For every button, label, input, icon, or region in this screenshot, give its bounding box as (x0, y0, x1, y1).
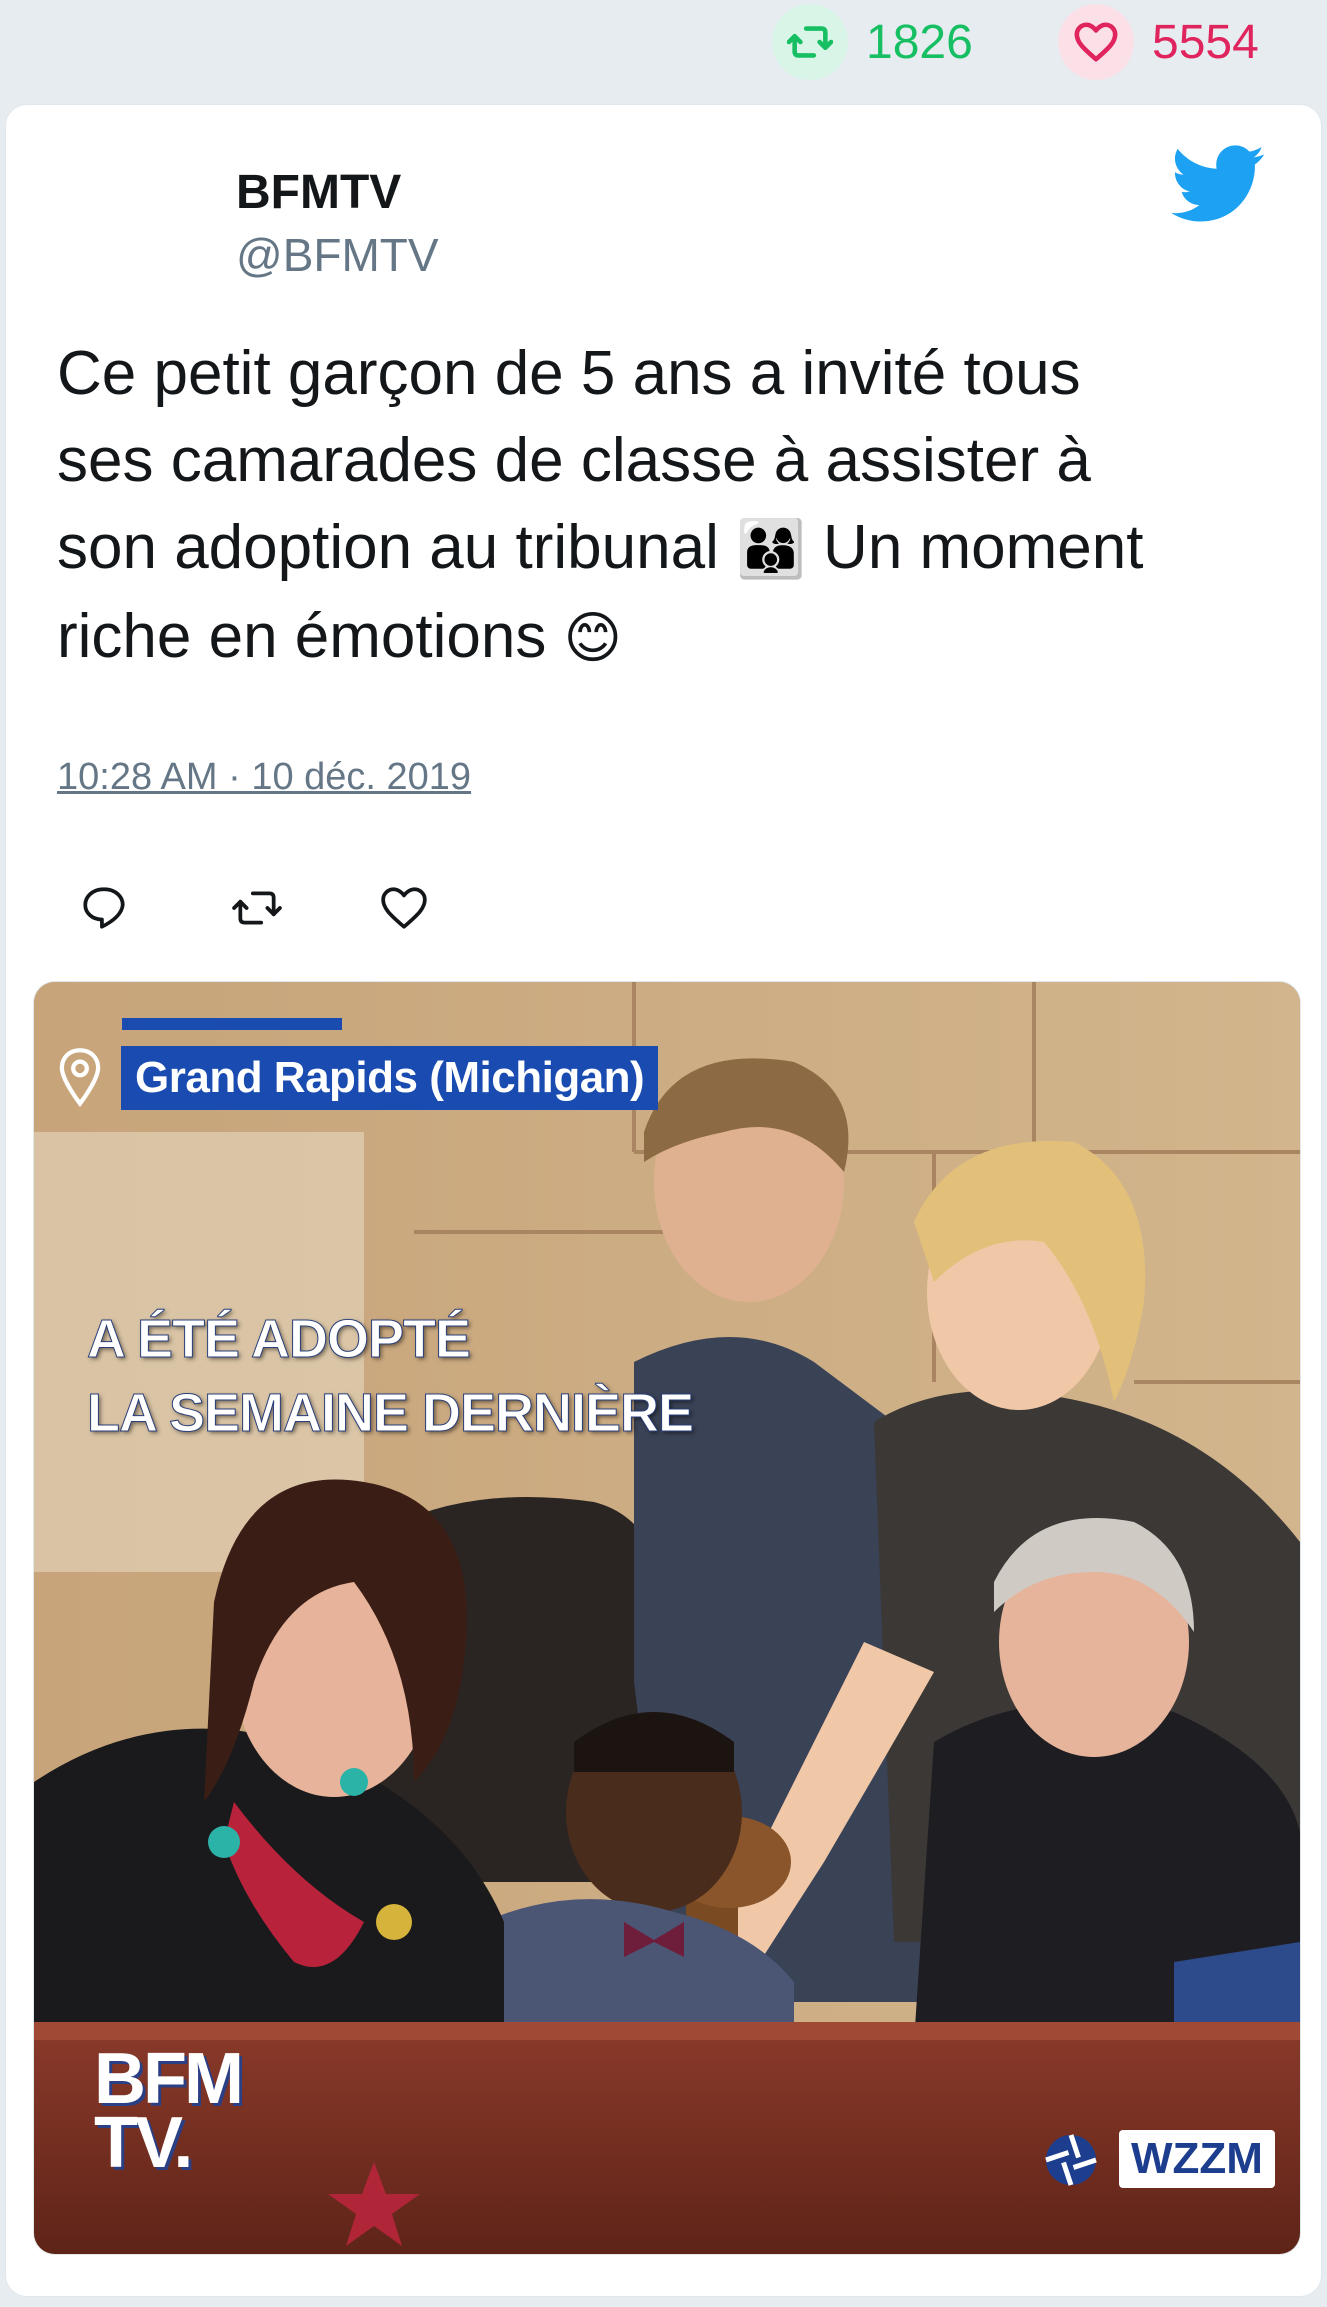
video-caption: A ÉTÉ ADOPTÉ LA SEMAINE DERNIÈRE (86, 1302, 694, 1450)
retweet-icon[interactable] (772, 4, 848, 80)
tweet-text-line: riche en émotions 😊 (57, 593, 1257, 682)
retweet-stat[interactable]: 1826 (772, 4, 973, 80)
location-pin-icon (54, 1046, 106, 1110)
caption-line: A ÉTÉ ADOPTÉ (86, 1309, 471, 1370)
family-emoji: 👨‍👩‍👦 (736, 517, 806, 582)
display-name[interactable]: BFMTV (236, 165, 439, 220)
location-label: Grand Rapids (Michigan) (121, 1046, 659, 1110)
heart-icon[interactable] (1058, 4, 1134, 80)
tweet-text-line: Ce petit garçon de 5 ans a invité tous (57, 339, 1081, 408)
bfmtv-logo: BFM TV. (94, 2039, 244, 2183)
tweet-text-segment: Un moment (805, 513, 1144, 582)
tweet-timestamp[interactable]: 10:28 AM · 10 déc. 2019 (57, 756, 471, 799)
source-badge: WZZM (1119, 2130, 1275, 2188)
camera-aperture-icon (1041, 2130, 1101, 2190)
overlay-accent-bar (122, 1018, 342, 1030)
logo-line: TV. (94, 2103, 193, 2183)
engagement-stats: 1826 5554 (0, 0, 1327, 95)
tweet-text: Ce petit garçon de 5 ans a invité tous s… (57, 330, 1257, 682)
twitter-bird-icon[interactable] (1171, 145, 1266, 228)
logo-line: BFM (94, 2039, 244, 2119)
heart-icon[interactable] (361, 865, 511, 951)
tweet-text-line: son adoption au tribunal 👨‍👩‍👦 Un moment (57, 504, 1257, 593)
tweet-author[interactable]: BFMTV @BFMTV (236, 165, 439, 282)
tweet-actions (61, 865, 511, 951)
like-stat[interactable]: 5554 (1058, 4, 1259, 80)
caption-line: LA SEMAINE DERNIÈRE (86, 1383, 694, 1444)
tweet-media-video[interactable]: Grand Rapids (Michigan) A ÉTÉ ADOPTÉ LA … (33, 981, 1301, 2255)
reply-icon[interactable] (61, 865, 211, 951)
retweet-icon[interactable] (211, 865, 361, 951)
like-count: 5554 (1152, 15, 1259, 69)
tweet-text-segment: son adoption au tribunal (57, 513, 737, 582)
tweet-card: BFMTV @BFMTV Ce petit garçon de 5 ans a … (5, 104, 1322, 2297)
tweet-text-line: ses camarades de classe à assister à (57, 426, 1091, 495)
tweet-text-segment: riche en émotions (57, 602, 564, 671)
smiling-emoji: 😊 (563, 606, 622, 671)
user-handle[interactable]: @BFMTV (236, 228, 439, 282)
retweet-count: 1826 (866, 15, 973, 69)
